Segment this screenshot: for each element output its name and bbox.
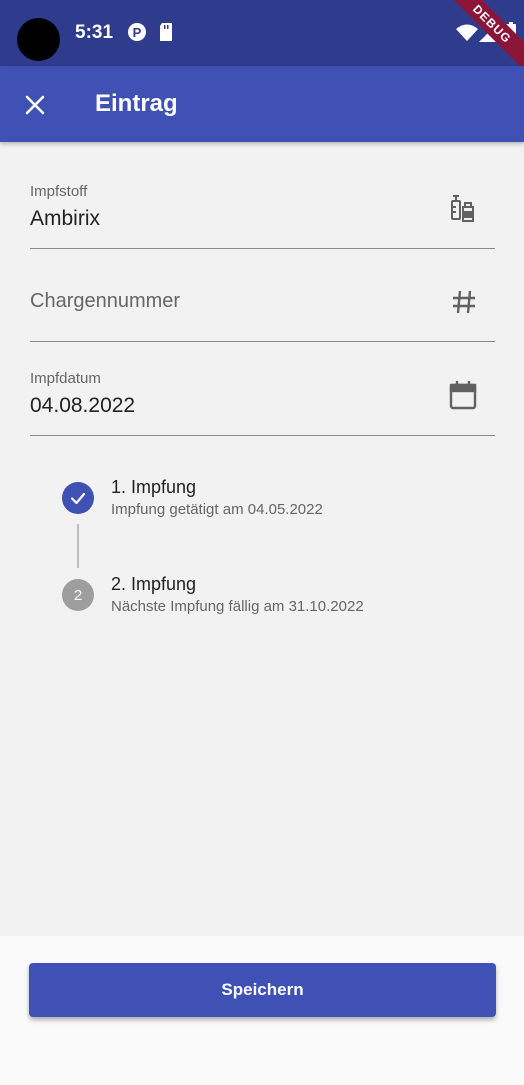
date-value: 04.08.2022	[30, 394, 136, 417]
step-1-title: 1. Impfung	[111, 477, 197, 497]
status-bar: 5:31 P DEBUG	[0, 0, 524, 74]
step-2-subtitle: Nächste Impfung fällig am 31.10.2022	[111, 598, 364, 615]
shield-p-icon: P	[127, 22, 147, 47]
wifi-icon	[456, 24, 478, 47]
hash-icon	[451, 289, 477, 320]
vaccine-field[interactable]: Impfstoff Ambirix	[30, 172, 495, 249]
close-button[interactable]	[18, 88, 52, 122]
step-1-subtitle: Impfung getätigt am 04.05.2022	[111, 501, 323, 518]
batch-number-field[interactable]: Chargennummer	[30, 266, 495, 342]
app-bar: Eintrag	[0, 66, 524, 142]
save-button[interactable]: Speichern	[29, 963, 496, 1017]
vaccination-date-field[interactable]: Impfdatum 04.08.2022	[30, 359, 495, 436]
step-connector	[77, 524, 79, 568]
step-2-marker: 2	[62, 579, 94, 611]
vaccine-value: Ambirix	[30, 207, 101, 230]
camera-cutout	[17, 18, 60, 61]
vaccine-label: Impfstoff	[30, 183, 88, 200]
sd-card-icon	[158, 22, 174, 47]
check-icon	[62, 482, 94, 514]
vaccine-icon[interactable]	[449, 194, 477, 229]
page-title: Eintrag	[95, 90, 178, 117]
svg-text:P: P	[133, 25, 142, 40]
date-label: Impfdatum	[30, 370, 101, 387]
bottom-bar: Speichern	[0, 936, 524, 1085]
batch-number-placeholder: Chargennummer	[30, 290, 181, 312]
close-icon	[25, 95, 45, 115]
calendar-icon[interactable]	[449, 380, 477, 415]
status-time: 5:31	[75, 22, 114, 43]
step-2-title: 2. Impfung	[111, 574, 197, 594]
